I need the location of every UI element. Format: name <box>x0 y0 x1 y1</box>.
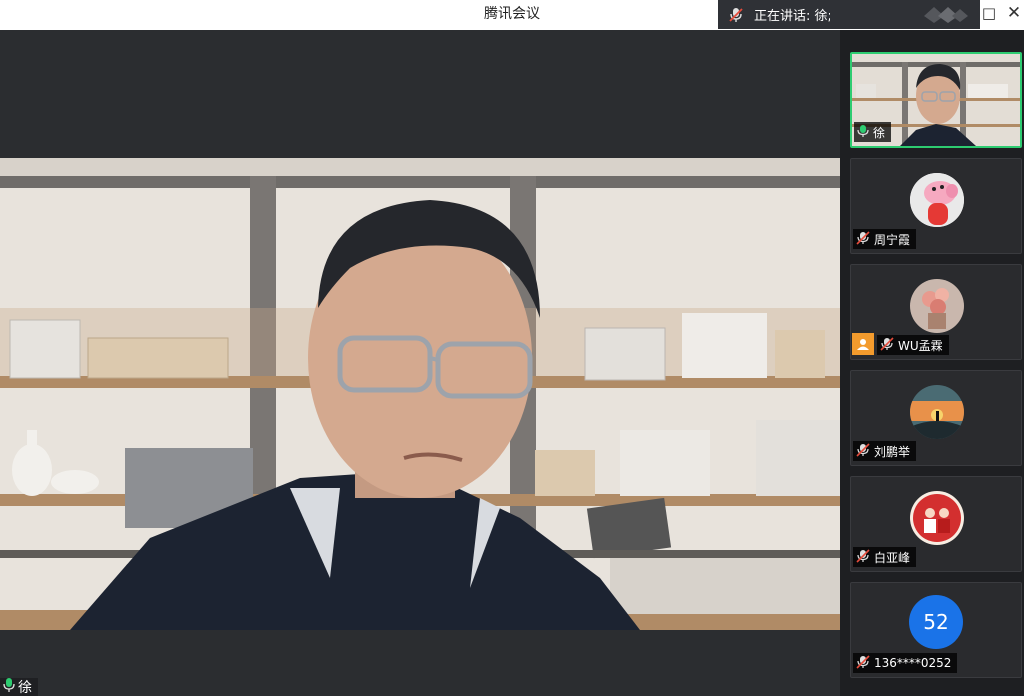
couple-red-avatar-icon <box>910 491 964 545</box>
main-speaker-name: 徐 <box>18 680 32 696</box>
participant-name: 白亚峰 <box>874 550 911 565</box>
participant-tile[interactable]: 周宁霞 <box>850 158 1022 254</box>
participant-name: 刘鹏举 <box>874 444 911 459</box>
participant-tile[interactable]: 刘鹏举 <box>850 370 1022 466</box>
participant-nametag: 刘鹏举 <box>853 441 917 461</box>
maximize-button[interactable]: □ <box>978 0 1000 29</box>
mic-on-icon <box>2 677 16 696</box>
mic-muted-icon <box>856 654 870 672</box>
participant-tile[interactable]: WU孟霖 <box>850 264 1022 360</box>
tencent-meeting-logo-icon <box>922 4 970 24</box>
speaking-indicator: 正在讲话: 徐; <box>718 0 980 29</box>
host-badge-icon <box>852 333 874 355</box>
main-video[interactable] <box>0 158 840 630</box>
mic-muted-icon <box>718 0 754 29</box>
mic-muted-icon <box>856 548 870 566</box>
close-button[interactable]: ✕ <box>1003 0 1024 29</box>
participant-nametag: WU孟霖 <box>877 335 949 355</box>
main-speaker-nametag: 徐 <box>0 678 38 696</box>
participant-tile[interactable]: 徐 <box>850 52 1022 148</box>
participant-name: 136****0252 <box>874 656 952 670</box>
participant-nametag: 白亚峰 <box>853 547 917 567</box>
participant-nametag: 徐 <box>854 122 892 142</box>
mic-muted-icon <box>856 442 870 460</box>
participant-nametag: 136****0252 <box>853 653 958 673</box>
participant-name: 徐 <box>873 125 886 140</box>
number-avatar: 52 <box>909 595 963 649</box>
sunset-avatar-icon <box>910 385 964 439</box>
participant-name: 周宁霞 <box>874 232 911 247</box>
mic-muted-icon <box>856 230 870 248</box>
pig-cartoon-avatar-icon <box>910 173 964 227</box>
participant-sidebar: 徐 周宁霞 WU孟霖 刘鹏举 白亚峰 52 136****0252 <box>840 30 1024 696</box>
participant-tile[interactable]: 52 136****0252 <box>850 582 1022 678</box>
participant-name: WU孟霖 <box>898 338 943 353</box>
title-bar: 腾讯会议 正在讲话: 徐; □ ✕ <box>0 0 1024 30</box>
mic-on-icon <box>857 124 869 141</box>
flowers-avatar-icon <box>910 279 964 333</box>
participant-nametag: 周宁霞 <box>853 229 917 249</box>
participant-tile[interactable]: 白亚峰 <box>850 476 1022 572</box>
mic-muted-icon <box>880 336 894 354</box>
speaking-label: 正在讲话: 徐; <box>754 9 830 24</box>
main-stage <box>0 30 840 696</box>
